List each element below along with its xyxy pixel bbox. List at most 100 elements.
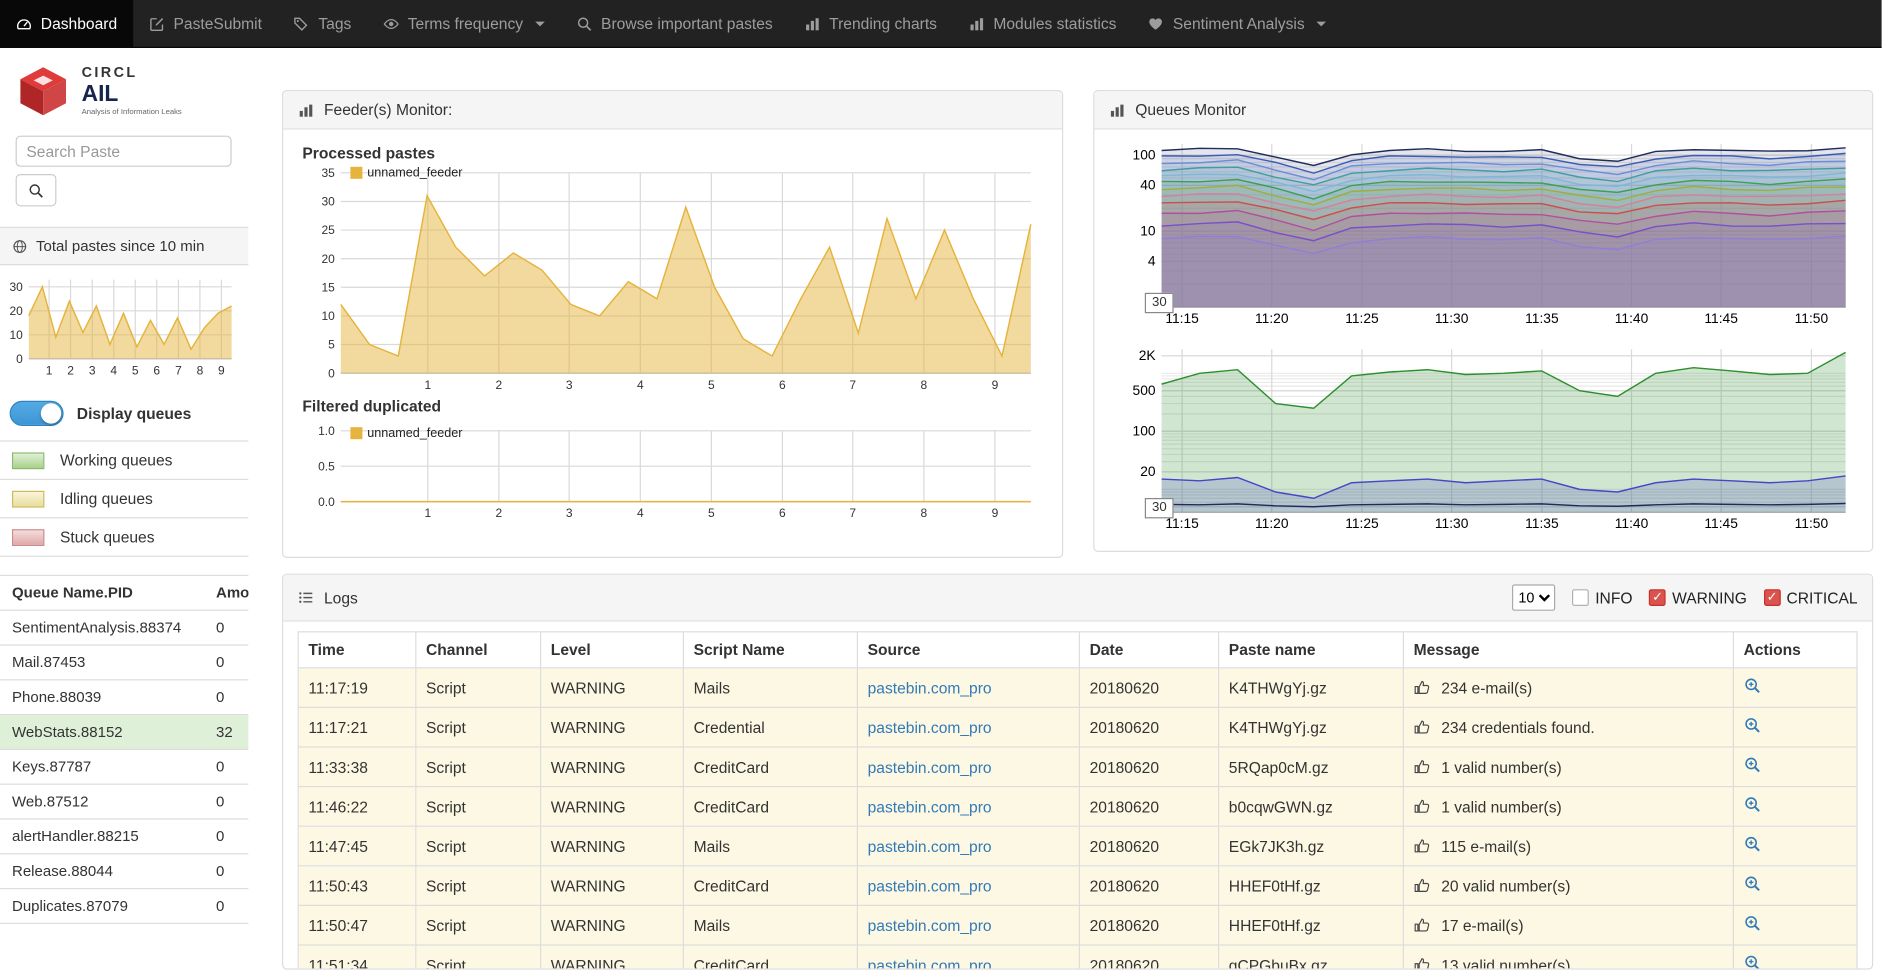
logs-col-header-actions: Actions (1733, 632, 1857, 668)
source-link[interactable]: pastebin.com_pro (868, 877, 992, 895)
log-time: 11:50:43 (298, 866, 416, 906)
log-channel: Script (416, 787, 541, 827)
svg-text:8: 8 (921, 506, 928, 520)
log-script-name: Mails (683, 905, 857, 945)
svg-text:1: 1 (424, 506, 431, 520)
queue-name: Mail.87453 (0, 645, 204, 680)
svg-text:6: 6 (779, 506, 786, 520)
log-script-name: CreditCard (683, 945, 857, 970)
show-paste-button[interactable] (1744, 799, 1762, 817)
svg-text:5: 5 (708, 506, 715, 520)
search-button[interactable] (16, 174, 57, 206)
queues-monitor-top-chart[interactable]: 14104010011:1511:2011:2511:3011:3511:401… (1111, 139, 1855, 331)
nav-item-browse-important-pastes[interactable]: Browse important pastes (560, 0, 788, 47)
search-paste-input[interactable] (16, 136, 232, 167)
nav-item-dashboard[interactable]: Dashboard (0, 0, 133, 47)
nav-item-tags[interactable]: Tags (278, 0, 367, 47)
nav-item-label: Browse important pastes (601, 14, 773, 32)
log-message: 1 valid number(s) (1403, 787, 1733, 827)
log-level: WARNING (541, 826, 684, 866)
display-queues-toggle[interactable] (10, 401, 64, 426)
queue-amount: 0 (204, 819, 248, 854)
log-date: 20180620 (1079, 747, 1218, 787)
dygraph-roll-input[interactable]: 30 (1145, 498, 1174, 518)
queue-table: Queue Name.PID Amount SentimentAnalysis.… (0, 575, 248, 924)
queues-monitor-bottom-svg: 5201005002K11:1511:2011:2511:3011:3511:4… (1111, 344, 1855, 536)
nav-item-terms-frequency[interactable]: Terms frequency (367, 0, 560, 47)
svg-text:10: 10 (9, 328, 23, 342)
queue-table-header-name: Queue Name.PID (0, 575, 204, 610)
source-link[interactable]: pastebin.com_pro (868, 956, 992, 970)
svg-text:11:50: 11:50 (1795, 311, 1829, 326)
source-link[interactable]: pastebin.com_pro (868, 916, 992, 934)
queues-panel-title: Queues Monitor (1135, 101, 1246, 119)
svg-text:10: 10 (321, 309, 335, 323)
search-plus-icon (1744, 954, 1762, 970)
source-link[interactable]: pastebin.com_pro (868, 679, 992, 697)
svg-text:1: 1 (424, 378, 431, 392)
show-paste-button[interactable] (1744, 680, 1762, 698)
show-paste-button[interactable] (1744, 760, 1762, 778)
source-link[interactable]: pastebin.com_pro (868, 758, 992, 776)
search-plus-icon (1744, 875, 1762, 893)
svg-text:11:50: 11:50 (1795, 516, 1829, 531)
queue-row-release-88044: Release.880440 (0, 854, 248, 889)
legend-color-swatch (12, 452, 44, 469)
thumbs-up-icon (1414, 758, 1431, 775)
queues-panel-header: Queues Monitor (1094, 91, 1872, 129)
show-paste-button[interactable] (1744, 720, 1762, 738)
logs-col-header-channel: Channel (416, 632, 541, 668)
filter-info[interactable]: INFO (1572, 589, 1632, 607)
nav-item-pastesubmit[interactable]: PasteSubmit (133, 0, 278, 47)
processed-pastes-title: Processed pastes (302, 144, 1045, 162)
checkbox-checked-icon: ✓ (1649, 589, 1666, 606)
logs-page-size-select[interactable]: 10 (1512, 584, 1555, 610)
chart-legend: unnamed_feeder (350, 166, 462, 180)
filter-critical[interactable]: ✓CRITICAL (1764, 589, 1858, 607)
log-channel: Script (416, 905, 541, 945)
svg-text:9: 9 (218, 363, 225, 377)
log-level: WARNING (541, 787, 684, 827)
show-paste-button[interactable] (1744, 839, 1762, 857)
log-time: 11:46:22 (298, 787, 416, 827)
log-row: 11:47:45ScriptWARNINGMailspastebin.com_p… (298, 826, 1857, 866)
svg-text:11:45: 11:45 (1704, 516, 1738, 531)
nav-item-trending-charts[interactable]: Trending charts (788, 0, 952, 47)
logs-col-header-date: Date (1079, 632, 1218, 668)
chart-legend-label: unnamed_feeder (367, 426, 462, 440)
queue-row-sentimentanalysis-88374: SentimentAnalysis.883740 (0, 610, 248, 645)
log-level: WARNING (541, 707, 684, 747)
svg-text:20: 20 (9, 304, 23, 318)
nav-item-modules-statistics[interactable]: Modules statistics (953, 0, 1133, 47)
nav-item-sentiment-analysis[interactable]: Sentiment Analysis (1132, 0, 1342, 47)
circl-logo-icon (17, 65, 72, 115)
log-date: 20180620 (1079, 826, 1218, 866)
processed-pastes-chart[interactable]: 05101520253035123456789unnamed_feeder (300, 164, 1045, 394)
dygraph-roll-input[interactable]: 30 (1145, 293, 1174, 313)
caret-down-icon (535, 21, 545, 26)
logs-table: TimeChannelLevelScript NameSourceDatePas… (298, 631, 1858, 969)
display-queues-label: Display queues (77, 404, 191, 422)
svg-text:4: 4 (637, 506, 644, 520)
source-link[interactable]: pastebin.com_pro (868, 718, 992, 736)
source-link[interactable]: pastebin.com_pro (868, 837, 992, 855)
log-date: 20180620 (1079, 945, 1218, 970)
queue-row-duplicates-87079: Duplicates.870790 (0, 889, 248, 924)
log-paste-name: b0cqwGWN.gz (1219, 787, 1404, 827)
show-paste-button[interactable] (1744, 878, 1762, 896)
svg-text:10: 10 (1140, 223, 1156, 238)
source-link[interactable]: pastebin.com_pro (868, 797, 992, 815)
log-time: 11:17:21 (298, 707, 416, 747)
svg-text:9: 9 (992, 378, 999, 392)
queues-monitor-bottom-chart[interactable]: 5201005002K11:1511:2011:2511:3011:3511:4… (1111, 344, 1855, 536)
queue-row-mail-87453: Mail.874530 (0, 645, 248, 680)
show-paste-button[interactable] (1744, 918, 1762, 936)
legend-label: Working queues (60, 451, 172, 469)
svg-text:40: 40 (1140, 178, 1156, 193)
filtered-duplicated-chart[interactable]: 0.00.51.0123456789unnamed_feeder (300, 425, 1045, 521)
log-row: 11:46:22ScriptWARNINGCreditCardpastebin.… (298, 787, 1857, 827)
show-paste-button[interactable] (1744, 958, 1762, 970)
filter-warning[interactable]: ✓WARNING (1649, 589, 1747, 607)
log-message-text: 13 valid number(s) (1441, 956, 1570, 970)
svg-text:11:25: 11:25 (1345, 516, 1379, 531)
